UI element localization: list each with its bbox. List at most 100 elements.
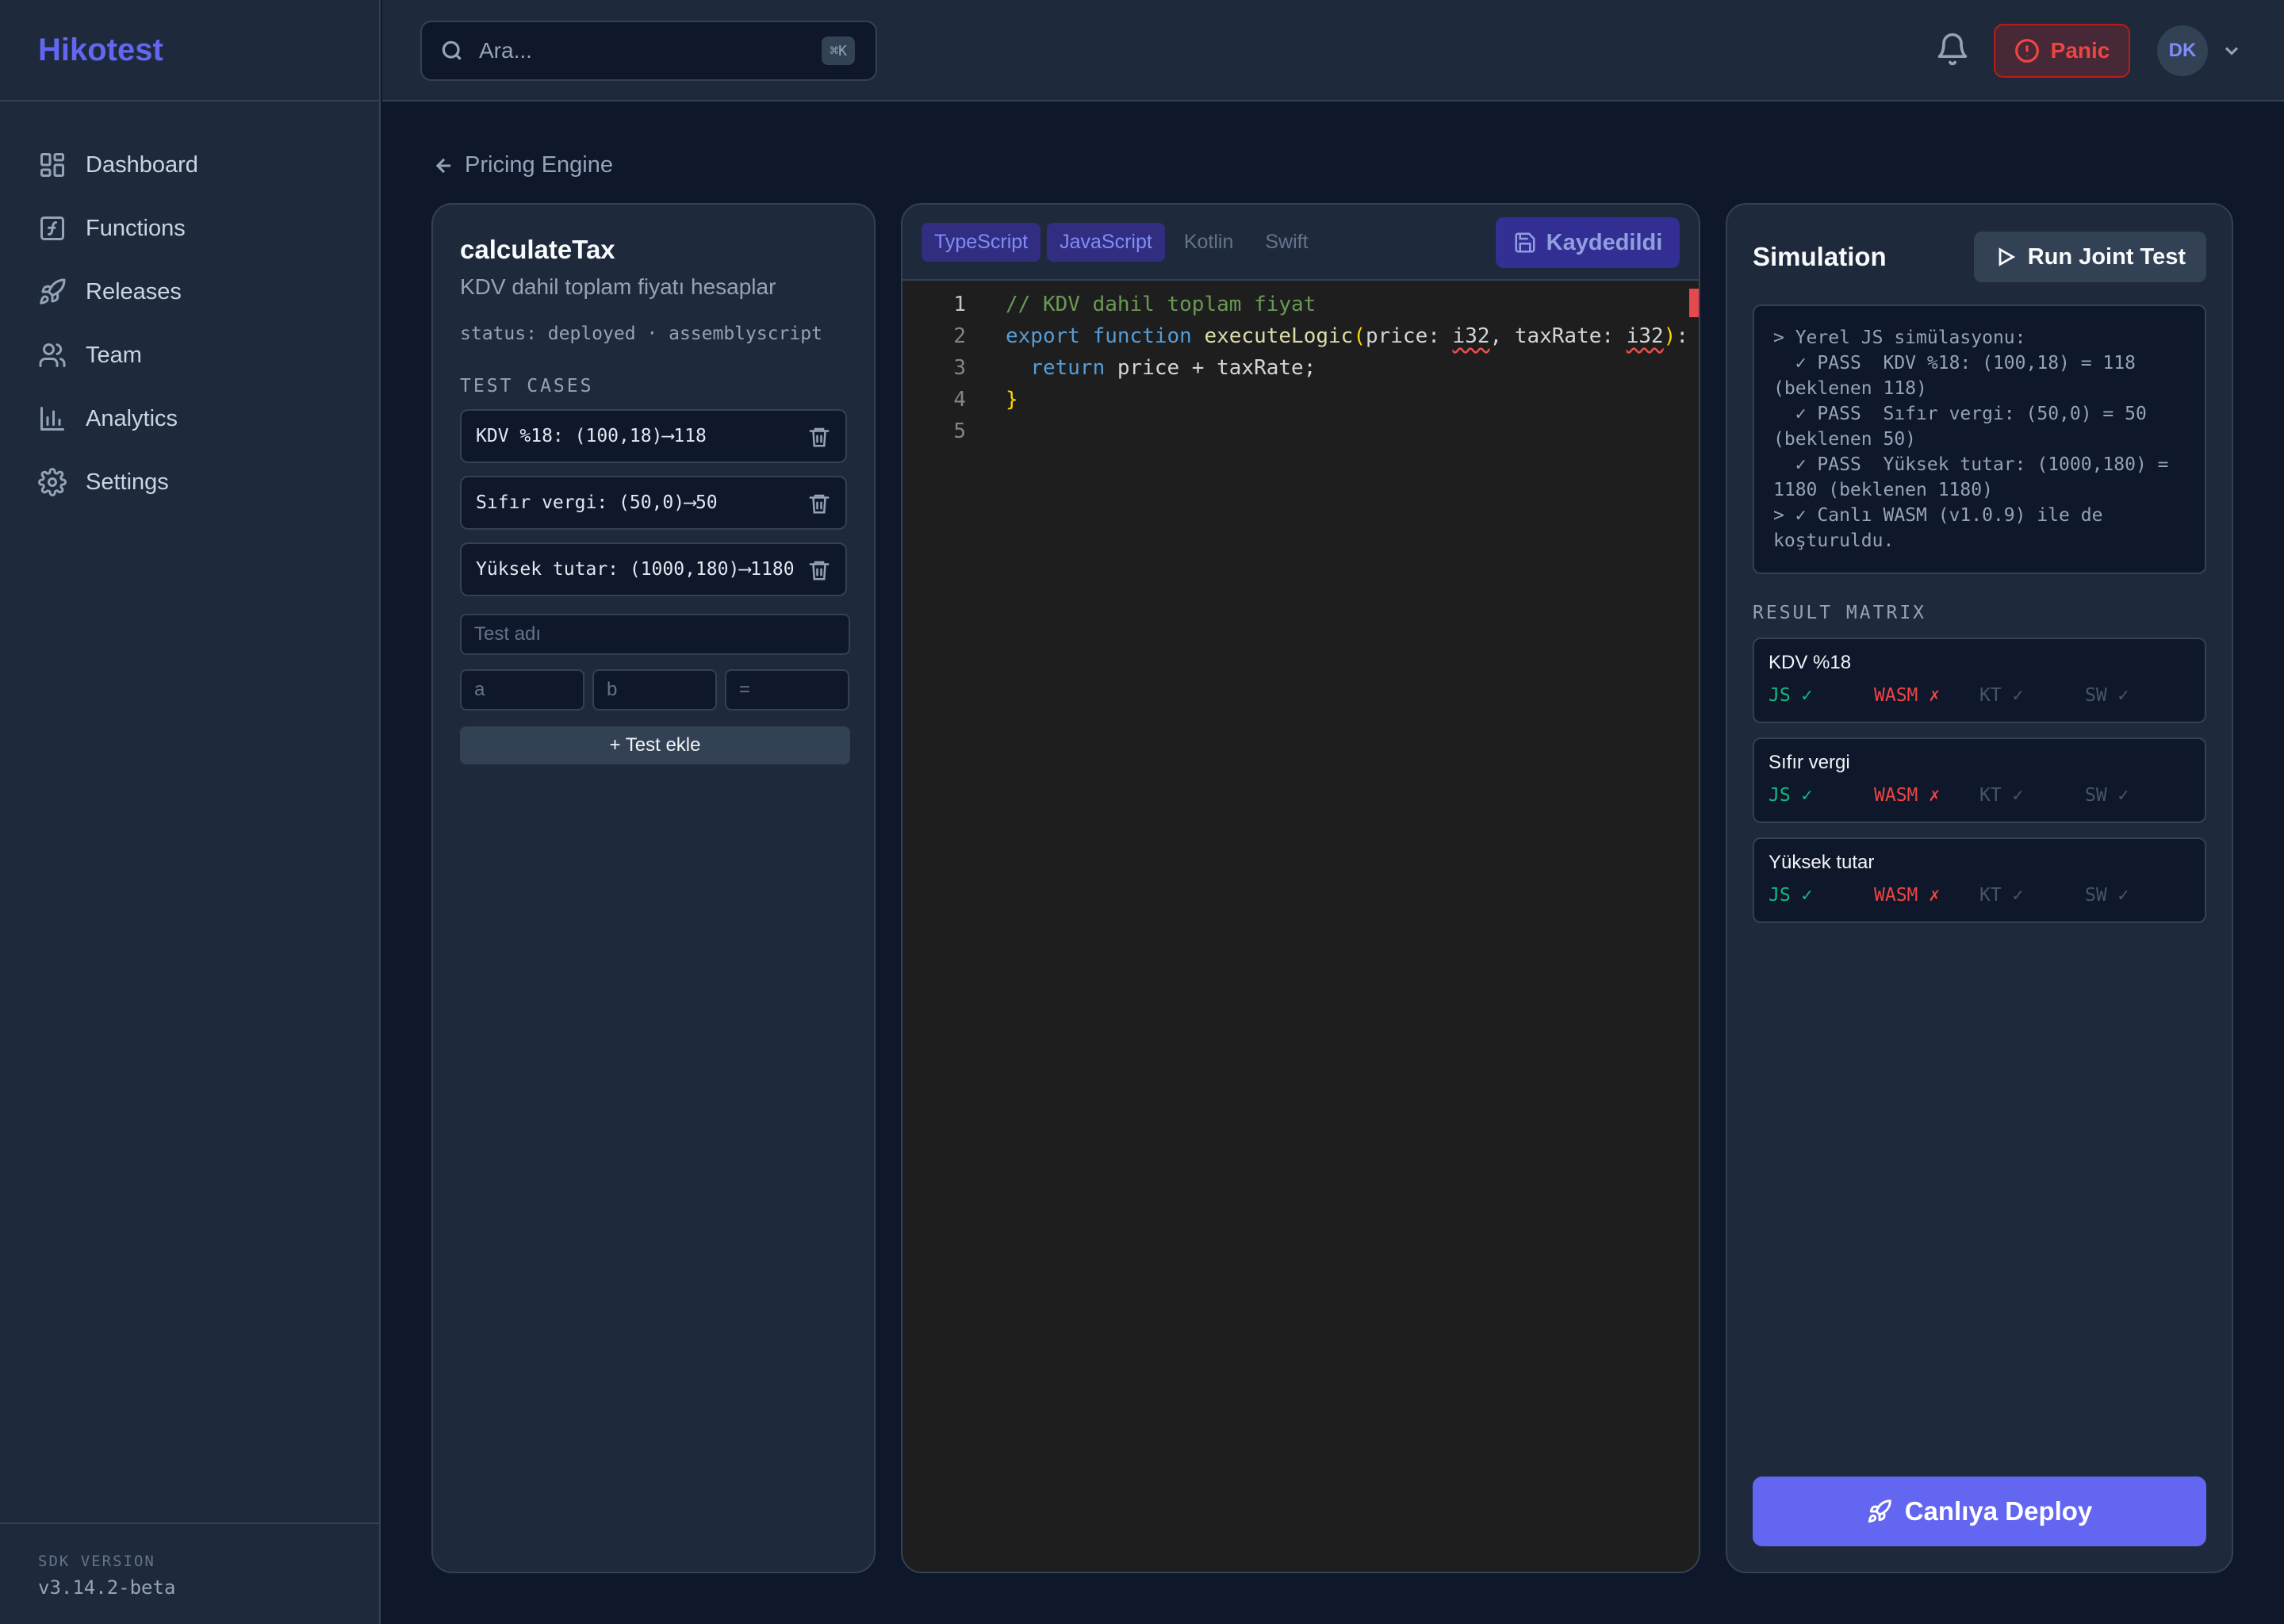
test-input-a[interactable]	[460, 669, 584, 710]
result-name: Sıfır vergi	[1769, 752, 1850, 773]
dashboard-icon	[40, 153, 64, 177]
tab-javascript[interactable]: JavaScript	[1047, 222, 1165, 262]
sidebar-item-functions[interactable]: Functions	[0, 197, 379, 260]
sidebar-nav: Dashboard Functions Releases Team Analyt…	[0, 102, 379, 514]
search-input[interactable]	[479, 38, 780, 63]
delete-test-case-button[interactable]	[807, 425, 831, 449]
line-number: 4	[953, 388, 966, 412]
test-name-input[interactable]	[460, 614, 850, 655]
result-name: Yüksek tutar	[1769, 852, 1875, 873]
panic-label: Panic	[2050, 38, 2110, 63]
delete-test-case-button[interactable]	[807, 558, 831, 582]
code-line: 3 return price + taxRate;	[902, 352, 1699, 384]
test-case-item[interactable]: Sıfır vergi: (50,0)⟶50	[460, 476, 847, 530]
sidebar-item-label: Dashboard	[86, 151, 198, 178]
breadcrumb-back-link[interactable]: Pricing Engine	[433, 152, 613, 178]
console-line: ✓ PASS Sıfır vergi: (50,0) = 50 (beklene…	[1773, 404, 2158, 450]
sdk-version-label: SDK VERSION	[38, 1553, 155, 1570]
result-card: KDV %18 JS ✓ WASM ✗ KT ✓ SW ✓	[1753, 638, 2206, 723]
result-kt: KT ✓	[1979, 885, 2024, 906]
sidebar-item-dashboard[interactable]: Dashboard	[0, 133, 379, 197]
trash-icon	[809, 427, 830, 447]
search-shortcut-badge: ⌘K	[822, 36, 855, 65]
simulation-console: > Yerel JS simülasyonu: ✓ PASS KDV %18: …	[1753, 304, 2206, 574]
result-row: JS ✓ WASM ✗ KT ✓ SW ✓	[1769, 885, 2190, 906]
save-button-label: Kaydedildi	[1546, 229, 1663, 255]
simulation-header: Simulation Run Joint Test	[1753, 230, 2206, 284]
error-marker	[1689, 289, 1699, 317]
line-number: 5	[953, 419, 966, 443]
test-case-label: KDV %18: (100,18)⟶118	[476, 426, 707, 446]
tab-swift[interactable]: Swift	[1252, 223, 1320, 262]
result-sw: SW ✓	[2085, 685, 2129, 706]
sdk-version: SDK VERSION v3.14.2-beta	[0, 1522, 379, 1624]
test-case-label: Sıfır vergi: (50,0)⟶50	[476, 492, 718, 513]
line-number: 1	[953, 293, 966, 316]
arrow-left-icon	[435, 158, 451, 173]
simulation-title: Simulation	[1753, 242, 1887, 271]
test-case-item[interactable]: Yüksek tutar: (1000,180)⟶1180	[460, 542, 847, 596]
sidebar-item-label: Team	[86, 342, 142, 368]
chevron-down-icon	[2225, 47, 2239, 56]
deploy-button[interactable]: Canlıya Deploy	[1753, 1477, 2206, 1546]
console-line: ✓ PASS Yüksek tutar: (1000,180) = 1180 (…	[1773, 454, 2180, 500]
test-case-label: Yüksek tutar: (1000,180)⟶1180	[476, 559, 795, 580]
result-row: JS ✓ WASM ✗ KT ✓ SW ✓	[1769, 785, 2190, 806]
rocket-icon	[40, 278, 66, 304]
save-button[interactable]: Kaydedildi	[1496, 217, 1680, 268]
notifications-button[interactable]	[1935, 32, 1970, 67]
console-line: ✓ PASS KDV %18: (100,18) = 118 (beklenen…	[1773, 353, 2147, 399]
delete-test-case-button[interactable]	[807, 492, 831, 515]
avatar[interactable]: DK	[2157, 25, 2208, 76]
sidebar: Hikotest Dashboard Functions Releases Te…	[0, 0, 381, 1624]
breadcrumb-label: Pricing Engine	[465, 152, 613, 178]
sidebar-item-team[interactable]: Team	[0, 324, 379, 387]
search-box[interactable]: ⌘K	[420, 21, 877, 81]
result-js: JS ✓	[1769, 885, 1813, 906]
result-js: JS ✓	[1769, 685, 1813, 706]
result-row: JS ✓ WASM ✗ KT ✓ SW ✓	[1769, 685, 2190, 706]
app-logo[interactable]: Hikotest	[0, 0, 379, 102]
console-line: > Yerel JS simülasyonu:	[1773, 327, 2026, 348]
function-description: KDV dahil toplam fiyatı hesaplar	[460, 274, 776, 299]
result-sw: SW ✓	[2085, 785, 2129, 806]
test-case-item[interactable]: KDV %18: (100,18)⟶118	[460, 409, 847, 463]
result-card: Yüksek tutar JS ✓ WASM ✗ KT ✓ SW ✓	[1753, 837, 2206, 923]
sidebar-item-analytics[interactable]: Analytics	[0, 387, 379, 450]
tab-typescript[interactable]: TypeScript	[922, 222, 1041, 262]
account-menu-toggle[interactable]	[2221, 40, 2243, 62]
run-joint-test-button[interactable]: Run Joint Test	[1973, 232, 2206, 282]
result-kt: KT ✓	[1979, 785, 2024, 806]
function-name: calculateTax	[460, 235, 615, 264]
code-line: 4}	[902, 384, 1699, 416]
alert-circle-icon	[2014, 39, 2039, 63]
code-area[interactable]: 1// KDV dahil toplam fiyat 2 export funct…	[902, 281, 1699, 447]
run-joint-test-label: Run Joint Test	[2027, 243, 2186, 270]
sidebar-item-label: Analytics	[86, 405, 178, 431]
test-expected-input[interactable]	[725, 669, 849, 710]
panic-button[interactable]: Panic	[1994, 24, 2130, 78]
code-line: 2 export function executeLogic(price: i32…	[902, 320, 1699, 352]
code-line: 5	[902, 416, 1699, 447]
code-line: 1// KDV dahil toplam fiyat	[902, 289, 1699, 320]
result-wasm: WASM ✗	[1874, 785, 1941, 806]
line-number: 2	[953, 324, 966, 348]
add-test-button[interactable]: + Test ekle	[460, 726, 850, 764]
result-kt: KT ✓	[1979, 685, 2024, 706]
simulation-panel: Simulation Run Joint Test > Yerel JS sim…	[1726, 203, 2233, 1573]
result-card: Sıfır vergi JS ✓ WASM ✗ KT ✓ SW ✓	[1753, 737, 2206, 823]
trash-icon	[809, 561, 830, 580]
result-wasm: WASM ✗	[1874, 685, 1941, 706]
gear-icon	[38, 468, 67, 496]
sidebar-item-settings[interactable]: Settings	[0, 450, 379, 514]
deploy-label: Canlıya Deploy	[1904, 1496, 2093, 1526]
sidebar-item-label: Releases	[86, 278, 182, 304]
sidebar-item-releases[interactable]: Releases	[0, 260, 379, 324]
users-icon	[39, 343, 66, 367]
trash-icon	[809, 494, 830, 514]
result-matrix-heading: RESULT MATRIX	[1753, 603, 1927, 623]
bell-icon	[1937, 33, 1968, 66]
test-input-b[interactable]	[592, 669, 717, 710]
tab-kotlin[interactable]: Kotlin	[1171, 223, 1247, 262]
rocket-icon	[1868, 1500, 1891, 1523]
